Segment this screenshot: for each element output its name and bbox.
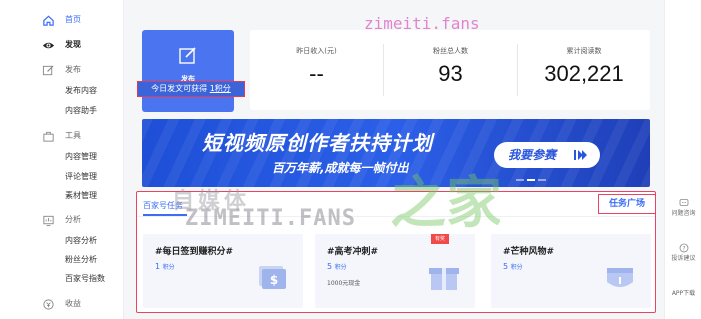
chat-icon [679, 199, 688, 206]
sidebar-item-comment-management[interactable]: 评论管理 [0, 167, 124, 187]
sidebar-item-publish-content[interactable]: 发布内容 [0, 81, 124, 101]
gift-box-icon [429, 268, 459, 290]
fast-forward-icon [574, 150, 587, 160]
stat-label: 粉丝总人数 [433, 47, 468, 55]
task-card-mangzhong[interactable]: #芒种风物# 5 积分 [491, 234, 651, 308]
stat-yesterday-income: 昨日收入(元) -- [250, 30, 383, 110]
publish-banner-points: 1积分 [209, 84, 231, 93]
sidebar-group-label: 收益 [65, 299, 81, 308]
chart-icon [41, 213, 55, 227]
rail-label: APP下载 [671, 290, 696, 297]
sidebar-item-content-assistant[interactable]: 内容助手 [0, 101, 124, 121]
sidebar-item-label: 首页 [65, 15, 81, 24]
sidebar-item-label: 内容分析 [65, 236, 97, 245]
money-card-icon: $ [259, 266, 286, 289]
sidebar-item-content-management[interactable]: 内容管理 [0, 147, 124, 167]
sidebar-group-income: 收益 [0, 294, 124, 314]
sidebar-item-label: 发现 [65, 40, 81, 49]
task-card-daily-signin[interactable]: #每日签到赚积分# 1 积分 $ [143, 234, 303, 308]
sidebar-item-home[interactable]: 首页 [0, 10, 124, 30]
rail-item-app-download[interactable]: APP下载 [665, 290, 701, 298]
sidebar-item-baijiahao-index[interactable]: 百家号指数 [0, 269, 124, 289]
sidebar: 首页 发现 发布 发布内容 内容助手 工具 内容管理 评论管理 素材管理 分析 [0, 0, 124, 319]
rail-label: 问题咨询 [671, 210, 696, 217]
carousel-dots[interactable] [516, 179, 546, 181]
publish-banner-text: 今日发文可获得 [151, 84, 208, 93]
stat-total-fans: 粉丝总人数 93 [384, 30, 517, 110]
task-name: #高考冲刺# [327, 247, 379, 257]
coin-icon [41, 297, 55, 311]
svg-text:之家: 之家 [390, 171, 500, 236]
carousel-dot[interactable] [516, 179, 524, 181]
sidebar-item-fans-analysis[interactable]: 粉丝分析 [0, 250, 124, 270]
sidebar-group-label: 分析 [65, 215, 81, 224]
task-card-gaokao[interactable]: 有奖 #高考冲刺# 5 积分 1000元现金 [315, 234, 475, 308]
publish-button[interactable]: 发布 [142, 30, 234, 112]
task-points: 5 积分 [503, 262, 523, 271]
right-rail: 问题咨询 ? 投诉建议 APP下载 [664, 0, 701, 319]
task-points-unit: 积分 [334, 264, 347, 271]
task-points-unit: 积分 [162, 264, 175, 271]
task-name: #每日签到赚积分# [155, 247, 234, 257]
sidebar-item-label: 内容管理 [65, 152, 97, 161]
sidebar-item-material-management[interactable]: 素材管理 [0, 186, 124, 206]
edit-icon [41, 63, 55, 77]
task-points: 5 积分 [327, 262, 347, 271]
stat-label: 累计阅读数 [566, 47, 602, 55]
stat-label: 昨日收入(元) [296, 47, 337, 55]
sidebar-item-label: 百家号指数 [65, 274, 105, 283]
question-icon: ? [679, 243, 688, 253]
promo-title: 短视频原创作者扶持计划 [202, 131, 433, 155]
rail-item-feedback[interactable]: ? 投诉建议 [665, 243, 701, 263]
badge-shield-icon [607, 268, 633, 287]
task-points-value: 1 [155, 262, 161, 271]
rail-item-consult[interactable]: 问题咨询 [665, 198, 701, 218]
task-name: #芒种风物# [503, 247, 555, 257]
task-points: 1 积分 [155, 262, 175, 271]
promo-join-button[interactable]: 我要参赛 [494, 142, 604, 168]
sidebar-item-label: 发布内容 [65, 86, 97, 95]
stat-value: -- [309, 61, 324, 86]
stat-value: 93 [438, 61, 463, 86]
promo-subtitle: 百万年薪,成就每一帧付出 [272, 161, 409, 175]
home-icon [41, 13, 55, 27]
task-square-link[interactable]: 任务广场 [598, 194, 656, 214]
rail-label: 投诉建议 [671, 255, 696, 262]
briefcase-icon [41, 129, 55, 143]
eye-icon [41, 38, 55, 52]
edit-icon [179, 47, 196, 64]
watermark-domain: ZIMEITI.FANS [185, 206, 356, 231]
sidebar-item-label: 内容助手 [65, 106, 97, 115]
task-points-value: 5 [503, 262, 509, 271]
svg-text:$: $ [270, 273, 278, 287]
task-reward: 1000元现金 [327, 280, 361, 287]
sidebar-group-publish: 发布 [0, 60, 124, 80]
sidebar-item-label: 素材管理 [65, 191, 97, 200]
sidebar-group-analysis: 分析 [0, 210, 124, 230]
sidebar-item-label: 评论管理 [65, 172, 97, 181]
task-points-unit: 积分 [510, 264, 523, 271]
sidebar-item-content-analysis[interactable]: 内容分析 [0, 231, 124, 251]
sidebar-item-label: 粉丝分析 [65, 255, 97, 264]
sidebar-group-label: 发布 [65, 65, 81, 74]
stat-total-reads: 累计阅读数 302,221 [518, 30, 650, 110]
stat-value: 302,221 [544, 61, 624, 86]
publish-points-banner: 今日发文可获得 1积分 [137, 81, 245, 97]
svg-text:?: ? [682, 245, 685, 252]
carousel-dot[interactable] [527, 179, 535, 181]
watermark-logo-jia: 之家 [390, 171, 500, 236]
stats-panel: 昨日收入(元) -- 粉丝总人数 93 累计阅读数 302,221 [250, 30, 650, 110]
sidebar-group-tools: 工具 [0, 126, 124, 146]
watermark-top: zimeiti.fans [364, 14, 480, 33]
sidebar-item-discover[interactable]: 发现 [0, 35, 124, 55]
task-points-value: 5 [327, 262, 333, 271]
sidebar-group-label: 工具 [65, 131, 81, 140]
carousel-dot[interactable] [538, 179, 546, 181]
